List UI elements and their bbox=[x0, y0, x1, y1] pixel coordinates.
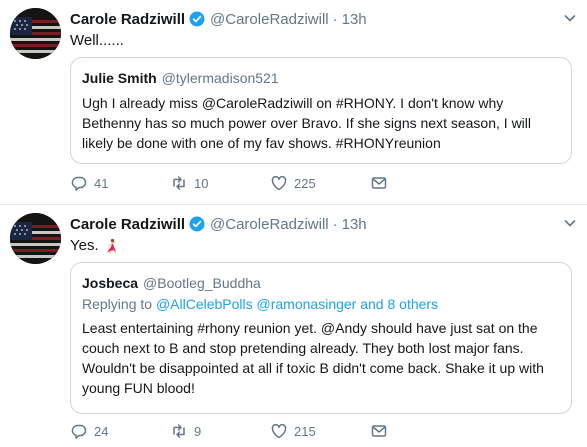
quoted-tweet[interactable]: Josbeca @Bootleg_Buddha Replying to @All… bbox=[70, 262, 572, 414]
like-button[interactable]: 215 bbox=[270, 422, 370, 440]
quoted-tweet[interactable]: Julie Smith @tylermadison521 Ugh I alrea… bbox=[70, 57, 572, 164]
author-handle[interactable]: @CaroleRadziwill bbox=[210, 216, 329, 233]
quoted-tweet-text: Least entertaining #rhony reunion yet. @… bbox=[82, 320, 544, 396]
verified-badge-icon bbox=[189, 216, 205, 232]
avatar[interactable] bbox=[10, 213, 61, 264]
caret-down-icon[interactable] bbox=[564, 12, 576, 24]
retweet-button[interactable]: 10 bbox=[170, 174, 270, 192]
like-icon bbox=[271, 175, 287, 191]
quoted-tweet-text: Ugh I already miss @CaroleRadziwill on #… bbox=[82, 95, 532, 151]
tweet-header: Carole Radziwill @CaroleRadziwill · 13h bbox=[70, 9, 367, 29]
reply-count: 24 bbox=[94, 423, 109, 439]
like-button[interactable]: 225 bbox=[270, 174, 370, 192]
us-flag-avatar-image bbox=[10, 8, 61, 59]
quoted-tweet-header: Josbeca @Bootleg_Buddha bbox=[82, 273, 560, 292]
like-icon bbox=[271, 423, 287, 439]
replying-to-users-link[interactable]: @AllCelebPolls @ramonasinger bbox=[156, 296, 356, 312]
replying-to-prefix: Replying to bbox=[82, 296, 153, 312]
tweet[interactable]: Carole Radziwill @CaroleRadziwill · 13h … bbox=[0, 0, 587, 205]
replying-to-others-link[interactable]: and 8 others bbox=[360, 296, 438, 312]
quoted-author-name: Josbeca bbox=[82, 274, 139, 291]
retweet-icon bbox=[173, 176, 185, 190]
timestamp[interactable]: 13h bbox=[342, 216, 367, 233]
quoted-author-name: Julie Smith bbox=[82, 69, 157, 86]
message-icon bbox=[371, 177, 387, 189]
tweet-header: Carole Radziwill @CaroleRadziwill · 13h bbox=[70, 214, 367, 234]
reply-icon bbox=[71, 176, 87, 191]
direct-message-button[interactable] bbox=[370, 422, 400, 440]
reply-count: 41 bbox=[94, 175, 109, 191]
author-name[interactable]: Carole Radziwill bbox=[70, 11, 185, 28]
retweet-count: 10 bbox=[194, 175, 209, 191]
like-count: 225 bbox=[294, 175, 316, 191]
reply-icon bbox=[71, 424, 87, 439]
author-name[interactable]: Carole Radziwill bbox=[70, 216, 185, 233]
avatar[interactable] bbox=[10, 8, 61, 59]
reply-button[interactable]: 24 bbox=[70, 422, 170, 440]
replying-to-line: Replying to @AllCelebPolls @ramonasinger… bbox=[82, 296, 560, 312]
verified-badge-icon bbox=[189, 11, 205, 27]
tweet-text: Yes. bbox=[70, 237, 119, 254]
tweet[interactable]: Carole Radziwill @CaroleRadziwill · 13h … bbox=[0, 205, 587, 447]
separator-dot: · bbox=[332, 215, 338, 233]
us-flag-avatar-image bbox=[10, 213, 61, 264]
direct-message-button[interactable] bbox=[370, 174, 400, 192]
retweet-count: 9 bbox=[194, 423, 202, 439]
dancer-emoji-icon bbox=[103, 238, 119, 254]
tweet-actions: 41 10 225 bbox=[70, 173, 400, 193]
separator-dot: · bbox=[332, 10, 338, 28]
quoted-author-handle: @tylermadison521 bbox=[161, 69, 279, 86]
retweet-button[interactable]: 9 bbox=[170, 422, 270, 440]
quoted-tweet-header: Julie Smith @tylermadison521 bbox=[82, 68, 560, 87]
tweet-actions: 24 9 215 bbox=[70, 421, 400, 441]
tweet-text-content: Yes. bbox=[70, 237, 99, 254]
retweet-icon bbox=[173, 424, 185, 438]
like-count: 215 bbox=[294, 423, 316, 439]
tweet-text: Well...... bbox=[70, 32, 124, 49]
reply-button[interactable]: 41 bbox=[70, 174, 170, 192]
caret-down-icon[interactable] bbox=[564, 217, 576, 229]
timestamp[interactable]: 13h bbox=[342, 11, 367, 28]
quoted-author-handle: @Bootleg_Buddha bbox=[143, 274, 261, 291]
tweet-text-content: Well...... bbox=[70, 32, 124, 49]
message-icon bbox=[371, 425, 387, 437]
author-handle[interactable]: @CaroleRadziwill bbox=[210, 11, 329, 28]
